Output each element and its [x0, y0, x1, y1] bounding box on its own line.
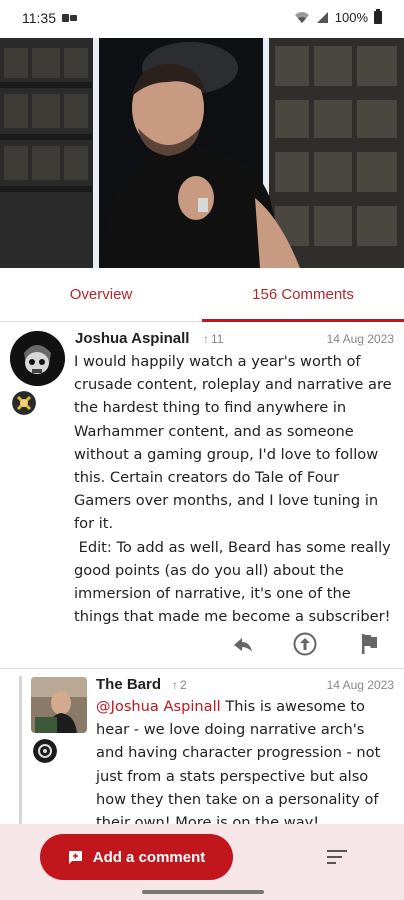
upvote-arrow-icon: ↑ — [172, 678, 178, 692]
status-time: 11:35 — [22, 10, 56, 26]
battery-percent: 100% — [334, 10, 368, 25]
mention-link[interactable]: @Joshua Aspinall — [96, 698, 221, 715]
vote-number: 2 — [180, 678, 187, 692]
battery-icon — [374, 9, 382, 24]
avatar-photo — [31, 677, 87, 733]
comment-add-icon — [68, 850, 82, 864]
sort-icon[interactable] — [327, 848, 349, 866]
comment-body: @Joshua Aspinall This is awesome to hear… — [96, 695, 394, 834]
add-comment-button[interactable]: Add a comment — [40, 834, 233, 880]
report-flag-icon[interactable] — [356, 631, 382, 657]
status-right: 100% — [294, 9, 382, 25]
vote-number: 11 — [211, 332, 224, 346]
add-comment-label: Add a comment — [92, 848, 206, 866]
reply-icon[interactable] — [230, 632, 256, 658]
comment: Joshua Aspinall ↑ 11 14 Aug 2023 I would… — [0, 322, 404, 669]
user-badge-icon — [33, 739, 57, 763]
skull-logo-icon — [10, 331, 65, 386]
wifi-icon — [294, 12, 309, 23]
vote-count: ↑ 11 — [203, 332, 223, 346]
status-bar: 11:35 100% — [0, 0, 404, 38]
comment-date: 14 Aug 2023 — [326, 332, 394, 346]
signal-icon — [316, 12, 328, 23]
vote-count: ↑ 2 — [172, 678, 187, 692]
user-badge-icon — [12, 391, 36, 415]
comment-date: 14 Aug 2023 — [326, 678, 394, 692]
upvote-icon[interactable] — [292, 631, 318, 657]
home-indicator[interactable] — [142, 890, 264, 894]
tab-comments[interactable]: 156 Comments — [202, 268, 404, 322]
comment-body: I would happily watch a year's worth of … — [74, 353, 392, 626]
video-player[interactable] — [0, 38, 404, 268]
avatar[interactable] — [10, 331, 65, 386]
comment-author[interactable]: The Bard — [96, 676, 161, 693]
notification-icon — [62, 14, 77, 22]
upvote-arrow-icon: ↑ — [203, 332, 209, 346]
video-frame — [0, 38, 404, 268]
reply-text: This is awesome to hear - we love doing … — [96, 698, 385, 832]
tab-bar: Overview 156 Comments — [0, 268, 404, 322]
avatar[interactable] — [31, 677, 87, 733]
reply-comment: The Bard ↑ 2 14 Aug 2023 @Joshua Aspinal… — [0, 670, 404, 831]
bottom-bar: Add a comment — [0, 824, 404, 900]
tab-overview[interactable]: Overview — [0, 268, 202, 321]
comment-author[interactable]: Joshua Aspinall — [75, 330, 189, 347]
